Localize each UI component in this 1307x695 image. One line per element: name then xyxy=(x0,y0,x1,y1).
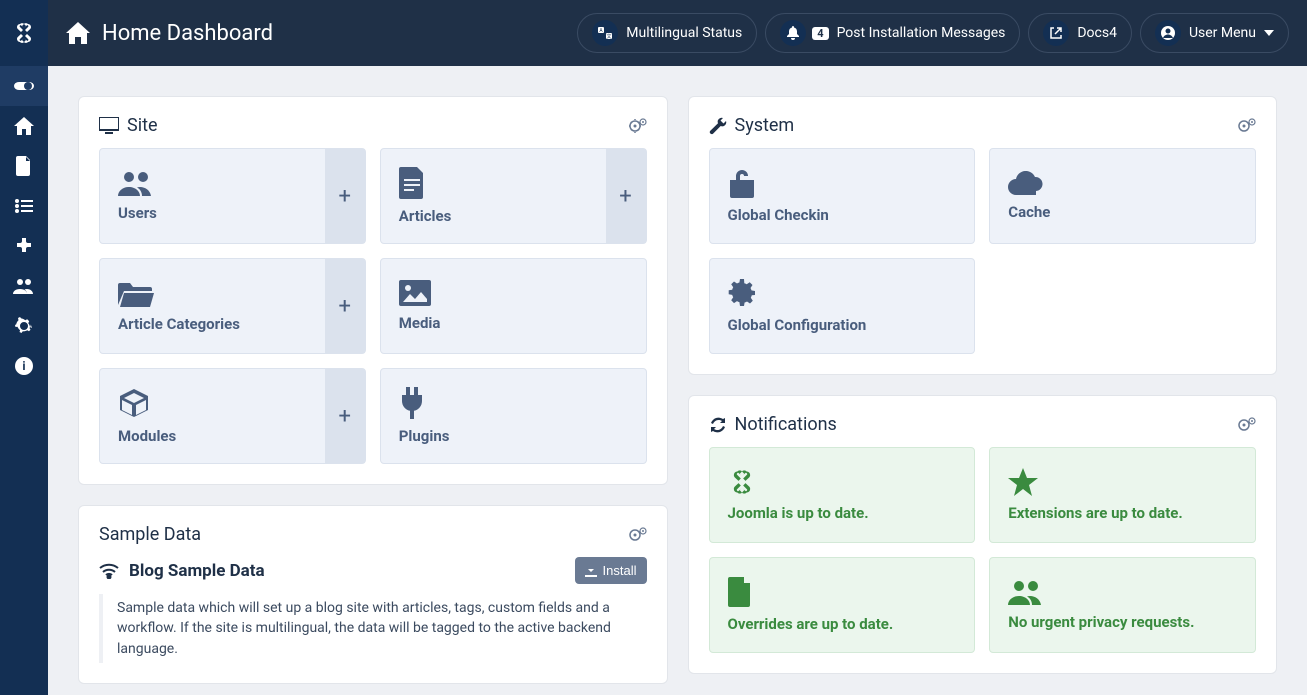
header: Home Dashboard A文 Multilingual Status 4 … xyxy=(48,0,1307,66)
sidebar-item-help[interactable]: i xyxy=(0,346,48,386)
install-button[interactable]: Install xyxy=(575,557,647,584)
bell-icon xyxy=(780,20,806,46)
system-panel-settings[interactable] xyxy=(1238,118,1256,134)
cache-card[interactable]: Cache xyxy=(989,148,1256,244)
user-icon xyxy=(1155,20,1181,46)
blog-sample-title: Blog Sample Data xyxy=(129,561,265,581)
sidebar-item-users[interactable] xyxy=(0,266,48,306)
notifications-panel: Notifications Joomla is up xyxy=(688,395,1278,674)
unlock-icon xyxy=(728,168,957,198)
notifications-title: Notifications xyxy=(735,414,837,435)
svg-text:i: i xyxy=(22,359,25,373)
categories-add-button[interactable]: + xyxy=(325,259,365,353)
site-panel: Site Users xyxy=(78,96,668,485)
sync-icon xyxy=(709,417,727,433)
global-config-card[interactable]: Global Configuration xyxy=(709,258,976,354)
file-icon xyxy=(399,167,588,199)
global-checkin-card[interactable]: Global Checkin xyxy=(709,148,976,244)
chevron-down-icon xyxy=(1264,30,1274,36)
articles-add-button[interactable]: + xyxy=(606,149,646,243)
file-solid-icon xyxy=(728,577,957,607)
overrides-uptodate-card[interactable]: Overrides are up to date. xyxy=(709,557,976,653)
notifications-settings[interactable] xyxy=(1238,417,1256,433)
sidebar-item-content[interactable] xyxy=(0,146,48,186)
folder-open-icon xyxy=(118,279,307,307)
categories-card[interactable]: Article Categories + xyxy=(99,258,366,354)
wrench-icon xyxy=(709,117,727,135)
joomla-icon xyxy=(728,468,957,496)
cube-icon xyxy=(118,387,307,419)
sidebar: i xyxy=(0,0,48,695)
svg-text:文: 文 xyxy=(607,33,612,39)
privacy-card[interactable]: No urgent privacy requests. xyxy=(989,557,1256,653)
plug-icon xyxy=(399,387,628,419)
gear-icon xyxy=(728,278,957,308)
download-icon xyxy=(585,565,597,577)
articles-card[interactable]: Articles + xyxy=(380,148,647,244)
sidebar-item-home[interactable] xyxy=(0,106,48,146)
sidebar-item-components[interactable] xyxy=(0,226,48,266)
plugins-card[interactable]: Plugins xyxy=(380,368,647,464)
joomla-uptodate-card[interactable]: Joomla is up to date. xyxy=(709,447,976,543)
sample-data-settings[interactable] xyxy=(629,527,647,543)
image-icon xyxy=(399,280,628,306)
page-title: Home Dashboard xyxy=(102,21,273,46)
users-add-button[interactable]: + xyxy=(325,149,365,243)
desktop-icon xyxy=(99,117,119,135)
users-group-icon xyxy=(1008,579,1237,605)
wifi-icon xyxy=(99,563,119,579)
docs-button[interactable]: Docs4 xyxy=(1028,13,1132,53)
site-panel-title: Site xyxy=(127,115,158,136)
sample-data-panel: Sample Data Blog Sample Data xyxy=(78,505,668,684)
post-install-messages-button[interactable]: 4 Post Installation Messages xyxy=(765,13,1020,53)
media-card[interactable]: Media xyxy=(380,258,647,354)
users-icon xyxy=(118,170,307,196)
sidebar-item-system[interactable] xyxy=(0,306,48,346)
post-install-count: 4 xyxy=(812,27,828,40)
system-panel-title: System xyxy=(735,115,795,136)
language-icon: A文 xyxy=(592,20,618,46)
joomla-logo[interactable] xyxy=(0,0,48,66)
modules-card[interactable]: Modules + xyxy=(99,368,366,464)
sample-data-title: Sample Data xyxy=(99,524,201,545)
sidebar-item-menus[interactable] xyxy=(0,186,48,226)
system-panel: System Global Checkin xyxy=(688,96,1278,375)
sample-description: Sample data which will set up a blog sit… xyxy=(99,594,647,663)
home-icon xyxy=(66,22,90,44)
sidebar-toggle[interactable] xyxy=(0,66,48,106)
external-link-icon xyxy=(1043,20,1069,46)
users-card[interactable]: Users + xyxy=(99,148,366,244)
multilingual-status-button[interactable]: A文 Multilingual Status xyxy=(577,13,757,53)
modules-add-button[interactable]: + xyxy=(325,369,365,463)
site-panel-settings[interactable] xyxy=(629,118,647,134)
cloud-icon xyxy=(1008,171,1237,195)
star-icon xyxy=(1008,468,1237,496)
extensions-uptodate-card[interactable]: Extensions are up to date. xyxy=(989,447,1256,543)
user-menu-button[interactable]: User Menu xyxy=(1140,13,1289,53)
